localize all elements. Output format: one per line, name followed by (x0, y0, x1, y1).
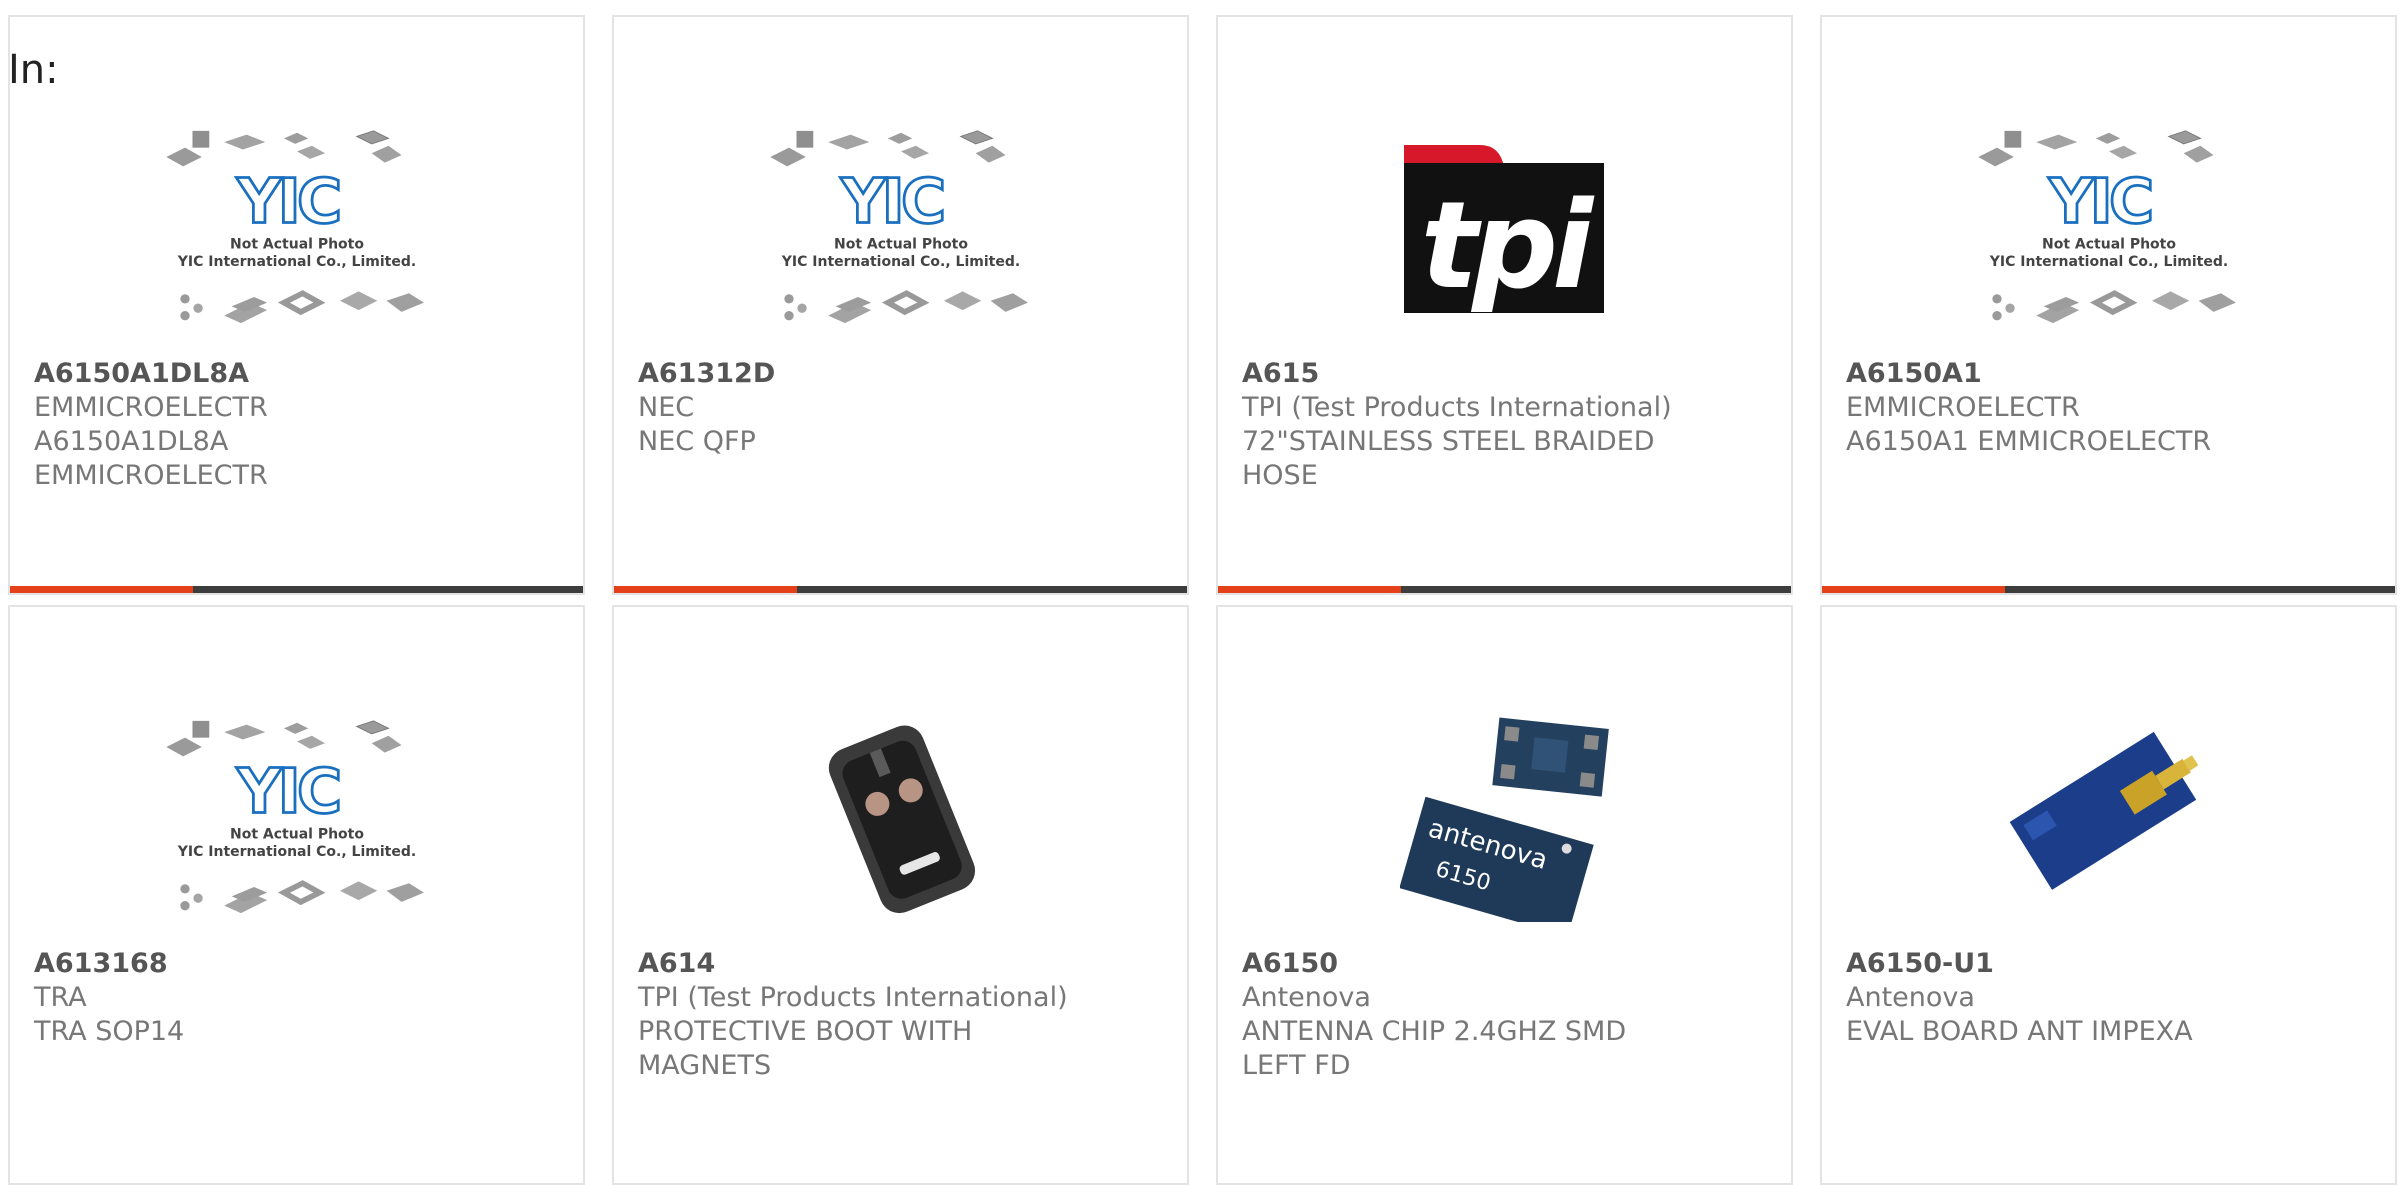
svg-text:tpi: tpi (1420, 177, 1594, 316)
placeholder-caption-1: Not Actual Photo (2042, 236, 2176, 252)
placeholder-caption-2: YIC International Co., Limited. (176, 844, 415, 860)
card-accent-bar (1822, 586, 2395, 593)
product-card[interactable]: antenova 6150 A6150 Antenova ANTENNA CHIP … (1216, 605, 1793, 1185)
manufacturer-label: TRA (34, 982, 87, 1013)
product-info: A61312D NEC NEC QFP (638, 357, 1163, 459)
product-description: A6150A1 EMMICROELECTR (1846, 426, 2212, 457)
manufacturer-label: TPI (Test Products International) (1242, 392, 1672, 423)
card-accent-bar (1218, 586, 1791, 593)
manufacturer-label: EMMICROELECTR (1846, 392, 2080, 423)
placeholder-caption-1: Not Actual Photo (230, 236, 364, 252)
accent-segment (1822, 586, 2005, 593)
yic-placeholder-icon: Not Actual Photo YIC International Co., … (1969, 112, 2249, 342)
antenna-chip-photo: antenova 6150 (1399, 717, 1609, 922)
placeholder-caption-2: YIC International Co., Limited. (176, 254, 415, 270)
part-number-link[interactable]: A6150A1DL8A (34, 357, 559, 391)
placeholder-caption-2: YIC International Co., Limited. (1988, 254, 2227, 270)
part-number-link[interactable]: A6150-U1 (1846, 947, 2371, 981)
product-description: EVAL BOARD ANT IMPEXA (1846, 1016, 2193, 1047)
accent-segment (1218, 586, 1401, 593)
yic-placeholder-icon: Not Actual Photo YIC International Co., … (157, 112, 437, 342)
product-description: 72"STAINLESS STEEL BRAIDED HOSE (1242, 426, 1655, 491)
manufacturer-label: EMMICROELECTR (34, 392, 268, 423)
tpi-logo: tpi (1403, 145, 1604, 316)
placeholder-caption-2: YIC International Co., Limited. (780, 254, 1019, 270)
product-thumbnail[interactable]: Not Actual Photo YIC International Co., … (157, 97, 437, 357)
product-thumbnail[interactable]: Not Actual Photo YIC International Co., … (1969, 97, 2249, 357)
card-accent-bar (10, 586, 583, 593)
product-info: A614 TPI (Test Products International) PRO… (638, 947, 1163, 1083)
product-info: A615 TPI (Test Products International) 72"… (1242, 357, 1767, 493)
protective-boot-photo (828, 725, 975, 914)
product-description: A6150A1DL8A EMMICROELECTR (34, 426, 268, 491)
manufacturer-label: Antenova (1242, 982, 1371, 1013)
product-info: A6150A1DL8A EMMICROELECTR A6150A1DL8A EMMI… (34, 357, 559, 493)
eval-board-photo (2009, 731, 2198, 890)
product-info: A6150A1 EMMICROELECTR A6150A1 EMMICROELECT… (1846, 357, 2371, 459)
product-info: A6150 Antenova ANTENNA CHIP 2.4GHZ SMD LEF… (1242, 947, 1767, 1083)
product-card[interactable]: A6150-U1 Antenova EVAL BOARD ANT IMPEXA (1820, 605, 2397, 1185)
product-description: TRA SOP14 (34, 1016, 185, 1047)
product-thumbnail[interactable]: antenova 6150 (1365, 687, 1645, 947)
product-card[interactable]: Not Actual Photo YIC International Co., … (612, 15, 1189, 595)
card-accent-bar (614, 586, 1187, 593)
product-description: ANTENNA CHIP 2.4GHZ SMD LEFT FD (1242, 1016, 1627, 1081)
part-number-link[interactable]: A614 (638, 947, 1163, 981)
product-description: PROTECTIVE BOOT WITH MAGNETS (638, 1016, 973, 1081)
part-number-link[interactable]: A6150 (1242, 947, 1767, 981)
part-number-link[interactable]: A615 (1242, 357, 1767, 391)
filter-in-label: In: (8, 47, 59, 93)
placeholder-caption-1: Not Actual Photo (230, 826, 364, 842)
product-description: NEC QFP (638, 426, 756, 457)
part-number-link[interactable]: A6150A1 (1846, 357, 2371, 391)
part-number-link[interactable]: A61312D (638, 357, 1163, 391)
product-thumbnail[interactable] (761, 687, 1041, 947)
product-info: A613168 TRA TRA SOP14 (34, 947, 559, 1049)
product-thumbnail[interactable]: tpi (1365, 97, 1645, 357)
accent-segment (10, 586, 193, 593)
product-card[interactable]: Not Actual Photo YIC International Co., … (8, 605, 585, 1185)
product-info: A6150-U1 Antenova EVAL BOARD ANT IMPEXA (1846, 947, 2371, 1049)
product-card[interactable]: tpi A615 TPI (Test Products International… (1216, 15, 1793, 595)
product-card[interactable]: Not Actual Photo YIC International Co., … (8, 15, 585, 595)
product-thumbnail[interactable] (1969, 687, 2249, 947)
manufacturer-label: Antenova (1846, 982, 1975, 1013)
product-thumbnail[interactable]: Not Actual Photo YIC International Co., … (157, 687, 437, 947)
accent-segment (614, 586, 797, 593)
yic-placeholder-icon: Not Actual Photo YIC International Co., … (157, 702, 437, 932)
part-number-link[interactable]: A613168 (34, 947, 559, 981)
product-thumbnail[interactable]: Not Actual Photo YIC International Co., … (761, 97, 1041, 357)
placeholder-caption-1: Not Actual Photo (834, 236, 968, 252)
yic-placeholder-icon: Not Actual Photo YIC International Co., … (761, 112, 1041, 342)
manufacturer-label: NEC (638, 392, 695, 423)
product-card[interactable]: A614 TPI (Test Products International) PRO… (612, 605, 1189, 1185)
product-card[interactable]: Not Actual Photo YIC International Co., … (1820, 15, 2397, 595)
manufacturer-label: TPI (Test Products International) (638, 982, 1068, 1013)
